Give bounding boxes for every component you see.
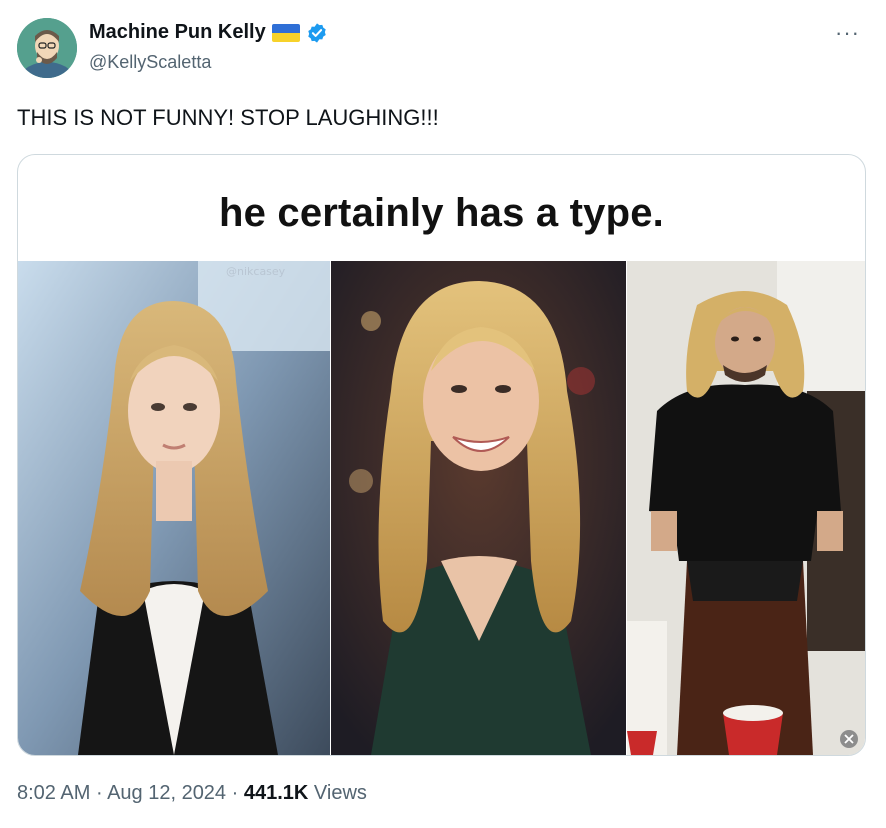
close-icon[interactable] — [840, 730, 858, 748]
photo-right — [627, 261, 865, 755]
views-count[interactable]: 441.1K — [244, 782, 309, 804]
meta-separator: · — [226, 782, 244, 804]
more-options-icon[interactable]: ··· — [835, 20, 860, 46]
avatar-illustration — [17, 18, 77, 78]
photo-center — [331, 261, 626, 755]
meta-separator: · — [90, 782, 108, 804]
ukraine-flag-icon — [271, 23, 300, 42]
views-label: Views — [308, 782, 367, 804]
tweet-meta: 8:02 AM · Aug 12, 2024 · 441.1K Views — [17, 782, 367, 805]
svg-text:@nikcasey: @nikcasey — [226, 265, 286, 278]
photo-left: @nikcasey — [18, 261, 330, 755]
tweet-date[interactable]: Aug 12, 2024 — [107, 782, 226, 804]
author-handle[interactable]: @KellyScaletta — [89, 52, 211, 73]
tweet-time[interactable]: 8:02 AM — [17, 782, 90, 804]
author-name[interactable]: Machine Pun Kelly — [89, 21, 266, 44]
media-caption: he certainly has a type. — [219, 191, 664, 235]
photo-collage: @nikcasey — [18, 261, 865, 755]
author-avatar[interactable] — [17, 18, 77, 78]
tweet-media[interactable]: he certainly has a type. @nikcasey — [17, 154, 866, 756]
tweet-text: THIS IS NOT FUNNY! STOP LAUGHING!!! — [17, 105, 439, 130]
verified-badge-icon[interactable] — [306, 22, 328, 44]
